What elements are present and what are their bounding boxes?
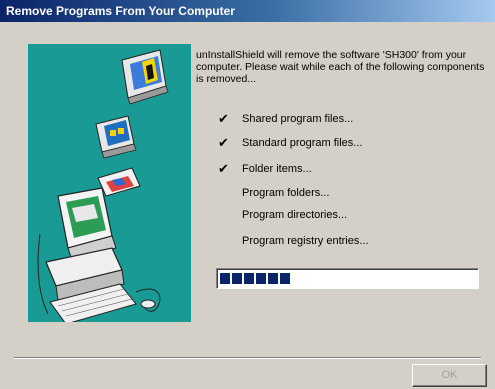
window-title: Remove Programs From Your Computer — [6, 4, 235, 18]
title-bar[interactable]: Remove Programs From Your Computer — [0, 0, 495, 22]
progress-block — [232, 273, 242, 284]
component-label: Program registry entries... — [242, 235, 369, 247]
progress-block — [220, 273, 230, 284]
progress-block — [280, 273, 290, 284]
uninstall-illustration — [28, 44, 191, 322]
ok-button[interactable]: OK — [412, 364, 487, 387]
checkmark-icon: ✔ — [218, 135, 229, 150]
progress-bar — [216, 268, 479, 289]
checkmark-icon: ✔ — [218, 161, 229, 176]
computer-illustration-icon — [37, 49, 169, 322]
component-label: Program folders... — [242, 187, 330, 199]
separator — [14, 357, 481, 359]
component-label: Program directories... — [242, 209, 348, 221]
intro-text: unInstallShield will remove the software… — [196, 49, 485, 85]
checkmark-icon: ✔ — [218, 111, 229, 126]
progress-block — [244, 273, 254, 284]
uninstall-dialog: Remove Programs From Your Computer unIns… — [0, 0, 495, 389]
component-label: Shared program files... — [242, 113, 354, 125]
component-label: Standard program files... — [242, 137, 363, 149]
progress-block — [256, 273, 266, 284]
progress-block — [268, 273, 278, 284]
component-label: Folder items... — [242, 163, 312, 175]
